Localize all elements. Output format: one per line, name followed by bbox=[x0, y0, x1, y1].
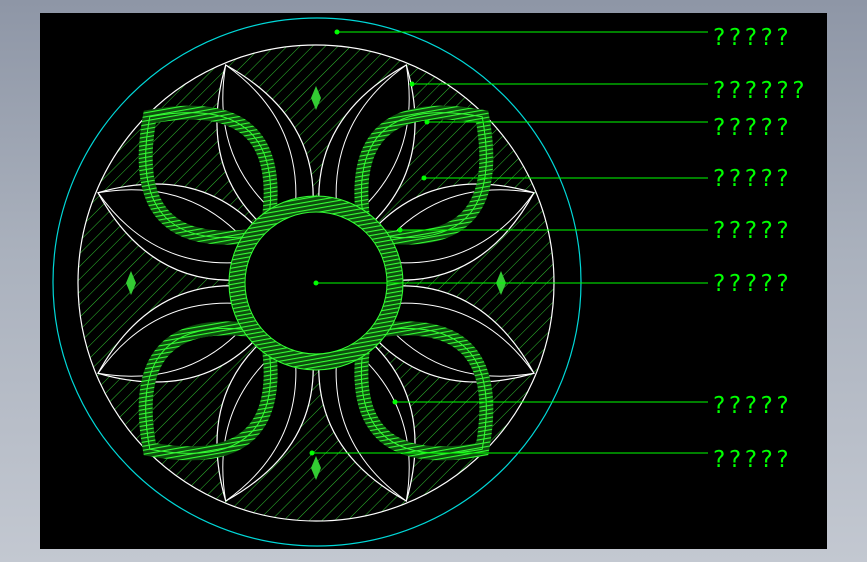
flower-drawing bbox=[52, 17, 708, 547]
callout-label-2: ?????? bbox=[712, 78, 808, 104]
leader-dot-8 bbox=[309, 450, 315, 456]
callout-label-6: ????? bbox=[712, 271, 792, 297]
leader-dot-5 bbox=[397, 227, 403, 233]
leader-dot-2 bbox=[409, 81, 415, 87]
leader-dot-6 bbox=[313, 280, 319, 286]
callout-label-1: ????? bbox=[712, 25, 792, 51]
callout-label-7: ????? bbox=[712, 393, 792, 419]
callout-label-4: ????? bbox=[712, 166, 792, 192]
leader-dot-7 bbox=[392, 399, 398, 405]
leader-dot-1 bbox=[334, 29, 340, 35]
leader-dot-3 bbox=[424, 119, 430, 125]
callout-label-8: ????? bbox=[712, 447, 792, 473]
callout-label-3: ????? bbox=[712, 115, 792, 141]
leader-dot-4 bbox=[421, 175, 427, 181]
drawing-canvas: ????? ?????? ????? ????? ????? ????? ???… bbox=[40, 13, 827, 549]
callout-label-5: ????? bbox=[712, 218, 792, 244]
